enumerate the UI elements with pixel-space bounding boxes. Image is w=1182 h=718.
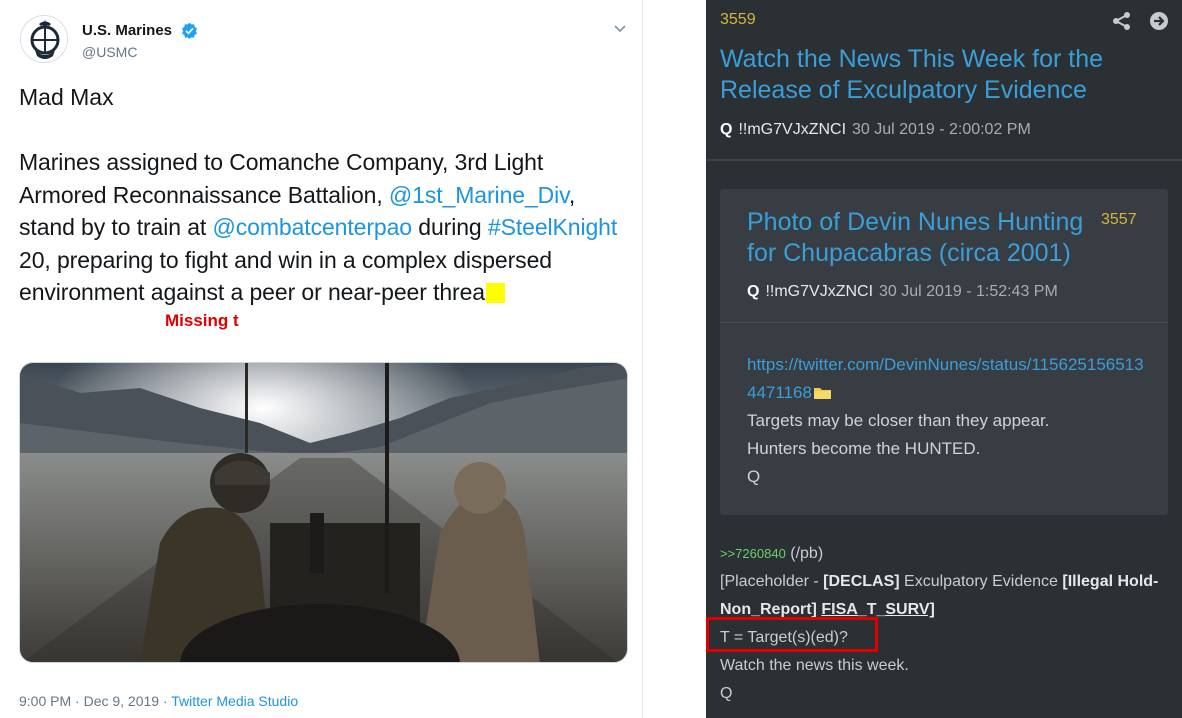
highlight-box [706,617,878,652]
divider [720,322,1168,323]
folder-icon[interactable] [813,386,831,399]
divider [706,159,1182,161]
user-handle[interactable]: @USMC [82,44,137,60]
post-number[interactable]: 3559 [720,11,756,29]
quoted-post-author: Q [747,283,760,300]
quoted-post-line: Hunters become the HUNTED. [747,439,981,458]
marines-emblem-icon[interactable] [20,15,68,63]
tweet-text: Marines assigned to Comanche Company, 3r… [19,146,631,309]
tweet-text-part: during [412,214,488,240]
qpost-panel: 3559 Watch the News This Week for the Re… [706,0,1182,718]
signature-line: Q [720,685,733,702]
post-title[interactable]: Watch the News This Week for the Release… [720,44,1160,106]
post-date: 30 Jul 2019 - 2:00:02 PM [852,121,1031,138]
post-reference-link[interactable]: >>7260840 [720,546,786,561]
post-reference-suffix: (/pb) [785,545,824,562]
share-icon[interactable] [1112,11,1132,31]
verified-icon [181,22,198,39]
post-author: Q [720,121,733,138]
watch-news-line: Watch the news this week. [720,657,909,674]
tweet-text-part: 20, preparing to fight and win in a comp… [19,246,552,306]
tweet-title: Mad Max [19,84,114,110]
fisa-tag-mid: _T_ [857,601,886,618]
chevron-down-icon[interactable] [612,20,628,36]
quoted-post-tripcode: !!mG7VJxZNCI [765,283,874,300]
quoted-post-title[interactable]: Photo of Devin Nunes Hunting for Chupaca… [747,207,1097,269]
quoted-post-date: 30 Jul 2019 - 1:52:43 PM [879,283,1058,300]
tweet-meta: 9:00 PM · Dec 9, 2019 · Twitter Media St… [19,693,298,709]
tweet-source-link[interactable]: Twitter Media Studio [171,693,298,709]
post-tripcode: !!mG7VJxZNCI [738,121,847,138]
declas-tag: [DECLAS] [823,573,900,590]
twitter-link[interactable]: https://twitter.com/DevinNunes/status/11… [747,355,1144,402]
hashtag-link[interactable]: #SteelKnight [488,214,617,240]
quoted-post-number[interactable]: 3557 [1101,211,1137,229]
quoted-post: Photo of Devin Nunes Hunting for Chupaca… [720,189,1168,515]
missing-letter-highlight [486,283,506,303]
text-part: [Placeholder - [720,573,824,590]
mention-link[interactable]: @1st_Marine_Div [389,182,569,208]
arrow-right-circle-icon[interactable] [1149,11,1169,31]
display-name[interactable]: U.S. Marines [82,22,172,39]
quoted-post-link[interactable]: https://twitter.com/DevinNunes/status/11… [747,351,1147,407]
tweet-card: U.S. Marines @USMC Mad Max Marines assig… [0,0,643,718]
text-part: Exculpatory Evidence [899,573,1063,590]
quoted-post-body: Targets may be closer than they appear. … [747,407,1049,491]
post-meta: Q !!mG7VJxZNCI 30 Jul 2019 - 2:00:02 PM [720,121,1031,139]
fisa-tag-end: SURV] [885,601,935,618]
placeholder-line: [Placeholder - [DECLAS] Exculpatory Evid… [720,568,1170,624]
fisa-tag: FISA [821,601,858,618]
quoted-post-line: Targets may be closer than they appear. [747,411,1050,430]
quoted-post-meta: Q !!mG7VJxZNCI 30 Jul 2019 - 1:52:43 PM [747,283,1058,301]
tweet-photo[interactable] [19,362,628,663]
quoted-post-line: Q [747,467,761,486]
mention-link[interactable]: @combatcenterpao [213,214,413,240]
tweet-timestamp[interactable]: 9:00 PM · Dec 9, 2019 · [19,693,171,709]
missing-letter-annotation: Missing t [165,311,239,330]
